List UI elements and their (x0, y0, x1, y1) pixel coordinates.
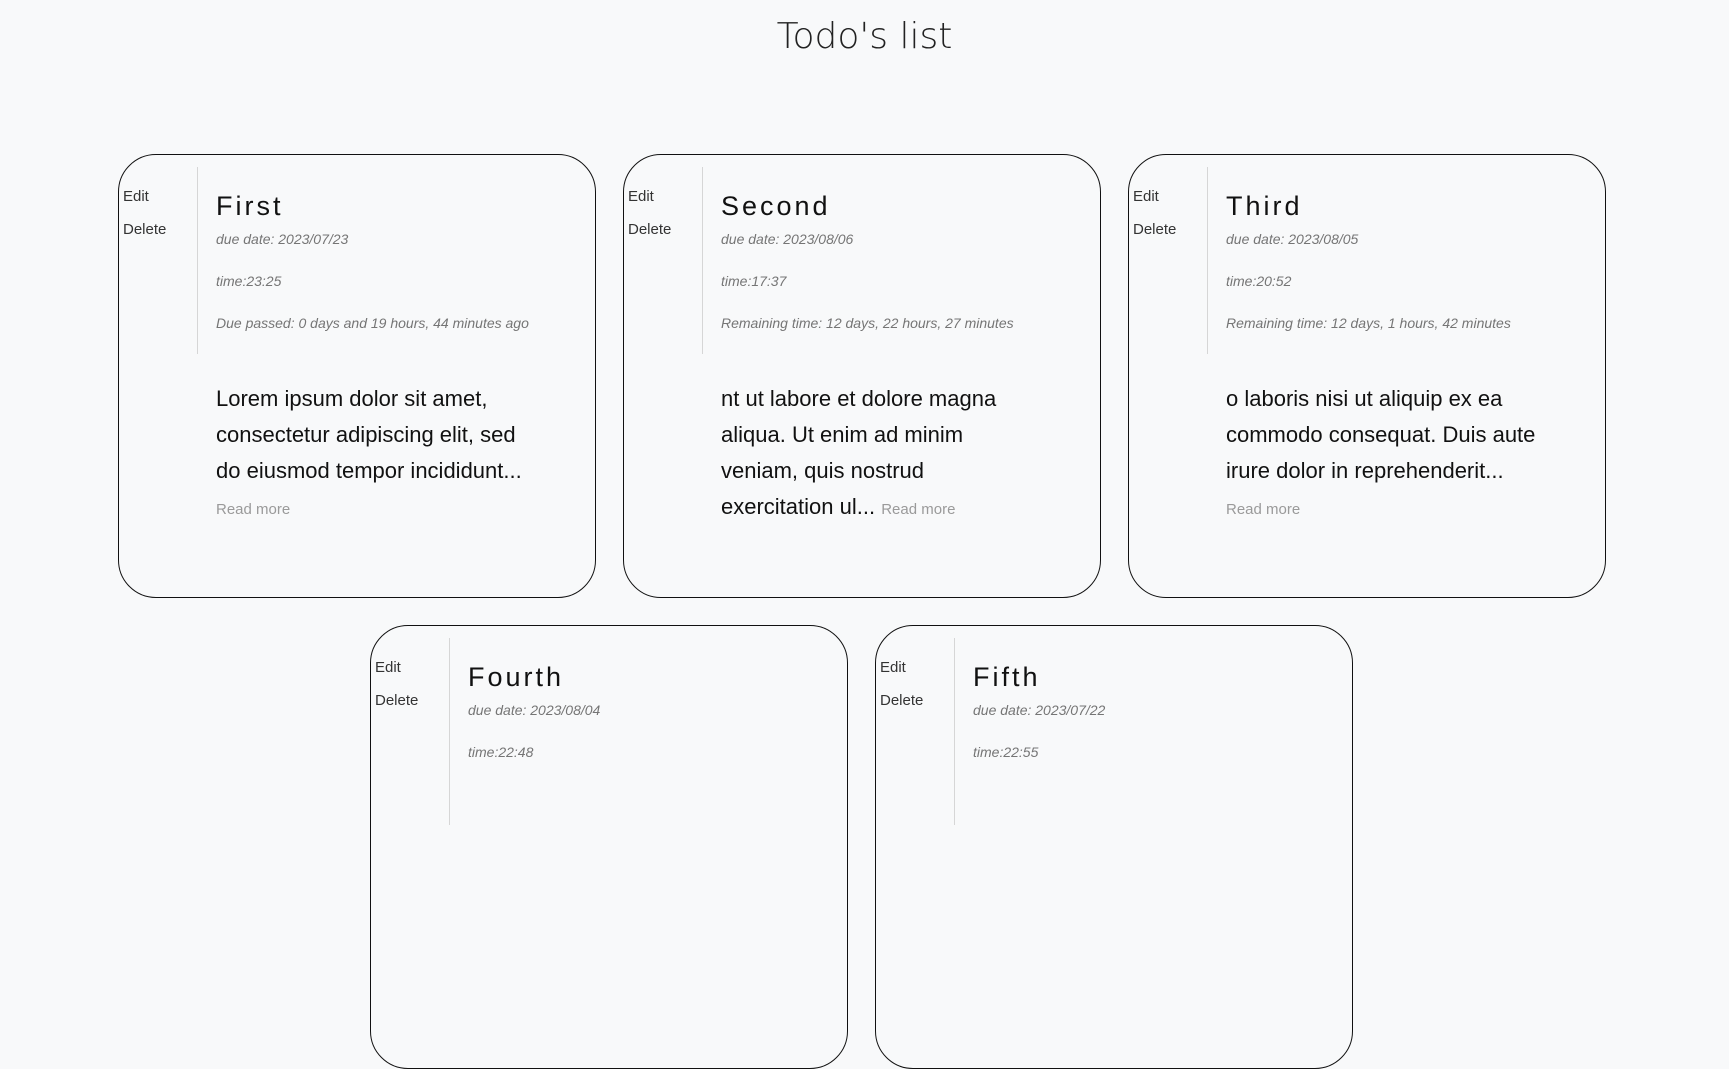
card-divider (954, 638, 955, 825)
edit-button[interactable]: Edit (123, 187, 193, 207)
todo-description: Lorem ipsum dolor sit amet, consectetur … (216, 381, 526, 528)
page-title: Todo's list (776, 16, 953, 57)
todo-title: Fifth (973, 662, 1041, 692)
due-status: Due passed: 0 days and 19 hours, 44 minu… (216, 315, 529, 331)
description-text: Lorem ipsum dolor sit amet, consectetur … (216, 386, 522, 483)
card-actions: Edit Delete (375, 658, 445, 724)
delete-button[interactable]: Delete (880, 691, 950, 711)
todo-title: Fourth (468, 662, 565, 692)
due-time: time:22:55 (973, 744, 1039, 760)
description-text: nt ut labore et dolore magna aliqua. Ut … (721, 386, 997, 519)
due-date: due date: 2023/07/23 (216, 231, 349, 247)
edit-button[interactable]: Edit (628, 187, 698, 207)
card-actions: Edit Delete (1133, 187, 1203, 253)
card-actions: Edit Delete (880, 658, 950, 724)
todo-description: o laboris nisi ut aliquip ex ea commodo … (1226, 381, 1536, 528)
due-date: due date: 2023/08/05 (1226, 231, 1359, 247)
delete-button[interactable]: Delete (1133, 220, 1203, 240)
todo-card: Edit Delete Second due date: 2023/08/06 … (623, 154, 1101, 598)
card-divider (702, 167, 703, 354)
due-time: time:22:48 (468, 744, 534, 760)
todo-title: First (216, 191, 284, 221)
todo-description: nt ut labore et dolore magna aliqua. Ut … (721, 381, 1031, 528)
due-date: due date: 2023/08/06 (721, 231, 854, 247)
todo-card: Edit Delete Third due date: 2023/08/05 t… (1128, 154, 1606, 598)
read-more-link[interactable]: Read more (1226, 501, 1300, 518)
todo-card: Edit Delete Fourth due date: 2023/08/04 … (370, 625, 848, 1069)
delete-button[interactable]: Delete (628, 220, 698, 240)
delete-button[interactable]: Delete (123, 220, 193, 240)
due-status: Remaining time: 12 days, 1 hours, 42 min… (1226, 315, 1511, 331)
card-divider (449, 638, 450, 825)
card-divider (197, 167, 198, 354)
card-actions: Edit Delete (123, 187, 193, 253)
edit-button[interactable]: Edit (1133, 187, 1203, 207)
card-divider (1207, 167, 1208, 354)
due-status: Remaining time: 12 days, 22 hours, 27 mi… (721, 315, 1014, 331)
todo-title: Third (1226, 191, 1303, 221)
due-time: time:17:37 (721, 273, 787, 289)
edit-button[interactable]: Edit (880, 658, 950, 678)
edit-button[interactable]: Edit (375, 658, 445, 678)
todo-card: Edit Delete First due date: 2023/07/23 t… (118, 154, 596, 598)
read-more-link[interactable]: Read more (881, 501, 955, 518)
due-time: time:23:25 (216, 273, 282, 289)
read-more-link[interactable]: Read more (216, 501, 290, 518)
card-actions: Edit Delete (628, 187, 698, 253)
description-text: o laboris nisi ut aliquip ex ea commodo … (1226, 386, 1536, 483)
todo-title: Second (721, 191, 831, 221)
due-date: due date: 2023/08/04 (468, 702, 601, 718)
due-time: time:20:52 (1226, 273, 1292, 289)
delete-button[interactable]: Delete (375, 691, 445, 711)
due-date: due date: 2023/07/22 (973, 702, 1106, 718)
todo-card: Edit Delete Fifth due date: 2023/07/22 t… (875, 625, 1353, 1069)
